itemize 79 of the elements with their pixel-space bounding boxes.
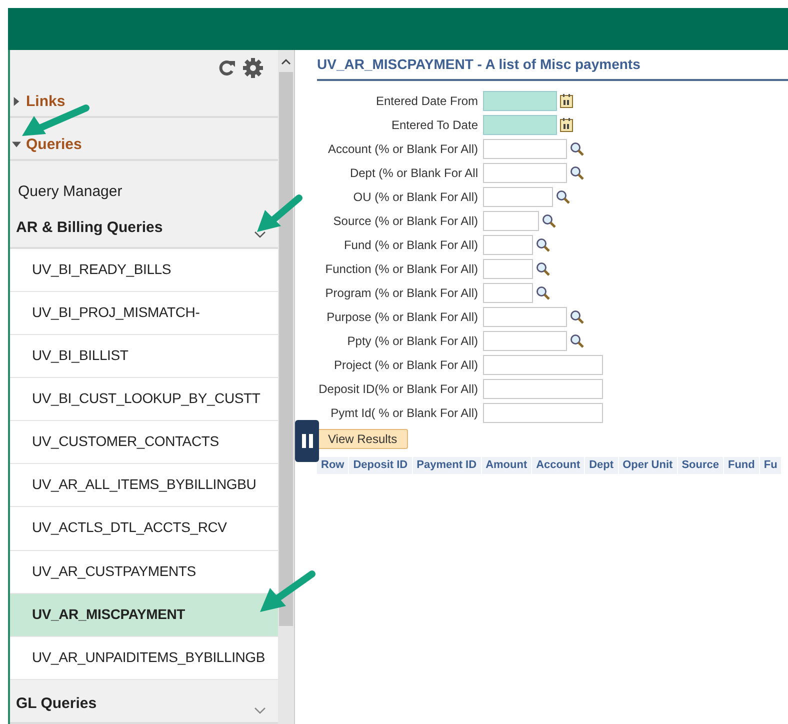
input-field[interactable] [483, 211, 539, 231]
field-label: Purpose (% or Blank For All) [326, 310, 479, 324]
input-field[interactable] [483, 307, 567, 327]
caret-down-icon [12, 140, 21, 150]
column-header: Fu [760, 457, 782, 474]
caret-right-icon [12, 97, 21, 106]
column-header: Deposit ID [349, 457, 413, 474]
sidebar-item[interactable]: UV_CUSTOMER_CONTACTS [10, 421, 278, 464]
field-label: Fund (% or Blank For All) [342, 238, 479, 252]
input-field[interactable] [483, 379, 603, 399]
column-header: Account [532, 457, 586, 474]
input-field[interactable] [483, 355, 603, 375]
section-header[interactable]: Queries [10, 136, 82, 160]
sidebar-item[interactable]: UV_BI_READY_BILLS [10, 248, 278, 292]
sidebar-item[interactable]: UV_AR_ALL_ITEMS_BYBILLINGBU [10, 464, 278, 508]
page-title: UV_AR_MISCPAYMENT - A list of Misc payments [317, 56, 788, 81]
chevron-down-icon [254, 706, 266, 714]
input-field[interactable] [483, 259, 533, 279]
sidebar-item[interactable]: UV_BI_PROJ_MISMATCH- [10, 292, 278, 335]
field-label: Function (% or Blank For All) [324, 262, 479, 276]
chevron-down-icon [254, 230, 266, 239]
input-field[interactable] [483, 235, 533, 255]
search-icon[interactable] [536, 238, 550, 252]
field-label: Entered To Date [390, 118, 479, 132]
field-label: Deposit ID(% or Blank For All) [318, 382, 479, 396]
search-icon[interactable] [570, 334, 584, 348]
scroll-up-icon[interactable] [281, 58, 291, 65]
input-field[interactable] [483, 139, 567, 159]
calendar-icon[interactable] [560, 94, 573, 108]
input-field[interactable] [483, 187, 553, 207]
field-label: Dept (% or Blank For All [348, 166, 479, 180]
section-title: Queries [26, 136, 82, 154]
input-field[interactable] [483, 115, 557, 135]
field-label: Ppty (% or Blank For All) [346, 334, 479, 348]
group-title: GL Queries [16, 694, 97, 712]
search-icon[interactable] [570, 142, 584, 156]
field-label: Account (% or Blank For All) [326, 142, 479, 156]
search-icon[interactable] [556, 190, 570, 204]
sidebar-item[interactable]: UV_AR_MISCPAYMENT [10, 594, 278, 637]
sidebar-item[interactable]: UV_ACTLS_DTL_ACCTS_RCV [10, 507, 278, 551]
group-title: AR & Billing Queries [16, 219, 163, 236]
refresh-icon[interactable] [218, 58, 236, 77]
field-label: Project (% or Blank For All) [332, 358, 479, 372]
view-results-button[interactable]: View Results [317, 429, 408, 449]
input-field[interactable] [483, 283, 533, 303]
column-header: Source [678, 457, 724, 474]
field-label: Pymt Id( % or Blank For All) [330, 406, 479, 420]
sidebar-link[interactable]: Query Manager [10, 161, 278, 205]
field-label: OU (% or Blank For All) [352, 190, 479, 204]
column-header: Fund [724, 457, 760, 474]
sidebar-item[interactable]: UV_BI_BILLIST [10, 334, 278, 378]
column-header: Oper Unit [618, 457, 678, 474]
annotation-arrow [255, 194, 303, 234]
section-header[interactable]: Links [10, 93, 66, 116]
field-label: Source (% or Blank For All) [332, 214, 479, 228]
input-field[interactable] [483, 91, 557, 111]
calendar-icon[interactable] [560, 118, 573, 132]
search-icon[interactable] [542, 214, 556, 228]
column-header: Amount [482, 457, 532, 474]
input-field[interactable] [483, 331, 567, 351]
field-label: Entered Date From [374, 94, 479, 108]
search-icon[interactable] [536, 286, 550, 300]
input-field[interactable] [483, 403, 603, 423]
sidebar-item[interactable]: UV_AR_CUSTPAYMENTS [10, 550, 278, 594]
sidebar-item[interactable]: UV_AR_UNPAIDITEMS_BYBILLINGB [10, 636, 278, 680]
scrollbar-thumb[interactable] [279, 72, 293, 626]
column-header: Row [317, 457, 350, 474]
pause-button[interactable] [295, 420, 319, 462]
section-title: Links [26, 93, 66, 110]
sidebar-item[interactable]: UV_BI_CUST_LOOKUP_BY_CUSTT [10, 378, 278, 422]
column-header: Dept [585, 457, 619, 474]
search-icon[interactable] [570, 310, 584, 324]
search-icon[interactable] [536, 262, 550, 276]
input-field[interactable] [483, 163, 567, 183]
settings-icon[interactable] [242, 56, 264, 79]
annotation-arrow [258, 570, 318, 614]
search-icon[interactable] [570, 166, 584, 180]
column-header: Payment ID [412, 457, 482, 474]
field-label: Program (% or Blank For All) [324, 286, 479, 300]
